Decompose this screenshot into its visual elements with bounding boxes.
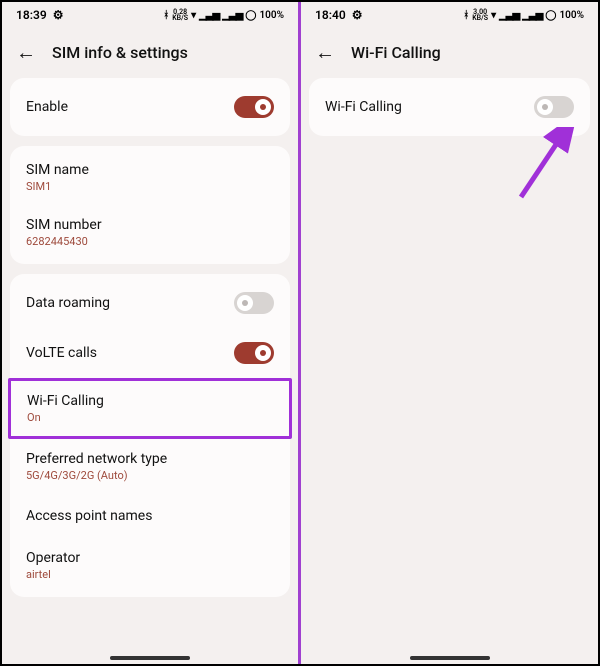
gear-icon: ⚙ — [53, 8, 64, 22]
preferred-network-row[interactable]: Preferred network type 5G/4G/3G/2G (Auto… — [10, 439, 290, 494]
data-roaming-toggle[interactable] — [234, 292, 274, 314]
sim-number-value: 6282445430 — [26, 235, 88, 248]
wifi-calling-toggle[interactable] — [534, 96, 574, 118]
status-bar: 18:40 ⚙ ᚼ 3.00KB/S ▾ ▁▃▅ ▁▃▅ ◯ 100% — [301, 2, 598, 28]
wifi-icon: ▾ — [491, 10, 496, 21]
sim-name-value: SIM1 — [26, 180, 51, 193]
enable-card: Enable — [10, 78, 290, 136]
page-title: Wi-Fi Calling — [351, 43, 441, 62]
gear-icon: ⚙ — [352, 8, 363, 22]
battery-percent: 100% — [259, 10, 284, 21]
bluetooth-icon: ᚼ — [163, 10, 169, 21]
status-time: 18:39 — [16, 8, 47, 22]
sim-name-label: SIM name — [26, 162, 89, 178]
bluetooth-icon: ᚼ — [463, 10, 469, 21]
volte-toggle[interactable] — [234, 342, 274, 364]
enable-label: Enable — [26, 99, 68, 115]
operator-row[interactable]: Operator airtel — [10, 538, 290, 593]
nav-handle[interactable] — [410, 656, 490, 660]
operator-value: airtel — [26, 568, 51, 581]
enable-toggle[interactable] — [234, 96, 274, 118]
sim-number-row[interactable]: SIM number 6282445430 — [10, 205, 290, 260]
signal-icon: ▁▃▅ — [199, 10, 219, 21]
back-icon[interactable]: ← — [315, 42, 335, 62]
wifi-calling-row[interactable]: Wi-Fi Calling On — [8, 378, 292, 439]
status-bar: 18:39 ⚙ ᚼ 0.28KB/S ▾ ▁▃▅ ▁▃▅ ◯ 100% — [2, 2, 298, 28]
battery-icon: ◯ — [245, 10, 256, 21]
operator-label: Operator — [26, 550, 80, 566]
signal-icon: ▁▃▅ — [499, 10, 519, 21]
preferred-network-value: 5G/4G/3G/2G (Auto) — [26, 469, 128, 482]
apn-row[interactable]: Access point names — [10, 494, 290, 538]
enable-row[interactable]: Enable — [10, 82, 290, 132]
preferred-network-label: Preferred network type — [26, 451, 167, 467]
signal-icon: ▁▃▅ — [222, 10, 242, 21]
battery-percent: 100% — [559, 10, 584, 21]
wifi-calling-card: Wi-Fi Calling — [309, 78, 590, 136]
apn-label: Access point names — [26, 508, 152, 524]
sim-name-row[interactable]: SIM name SIM1 — [10, 150, 290, 205]
network-speed: 3.00KB/S — [472, 9, 488, 22]
page-title: SIM info & settings — [52, 43, 188, 62]
data-roaming-label: Data roaming — [26, 295, 110, 311]
wifi-calling-status: On — [27, 411, 41, 424]
signal-icon: ▁▃▅ — [522, 10, 542, 21]
sim-card: SIM name SIM1 SIM number 6282445430 — [10, 146, 290, 264]
network-speed: 0.28KB/S — [172, 9, 188, 22]
wifi-calling-toggle-row[interactable]: Wi-Fi Calling — [309, 82, 590, 132]
nav-handle[interactable] — [110, 656, 190, 660]
wifi-calling-label: Wi-Fi Calling — [325, 99, 402, 115]
annotation-arrow-icon — [511, 127, 591, 207]
data-roaming-row[interactable]: Data roaming — [10, 278, 290, 328]
status-time: 18:40 — [315, 8, 346, 22]
wifi-icon: ▾ — [191, 10, 196, 21]
battery-icon: ◯ — [545, 10, 556, 21]
volte-row[interactable]: VoLTE calls — [10, 328, 290, 378]
page-header: ← SIM info & settings — [2, 28, 298, 78]
sim-number-label: SIM number — [26, 217, 102, 233]
network-card: Data roaming VoLTE calls Wi-Fi Calling O… — [10, 274, 290, 597]
back-icon[interactable]: ← — [16, 42, 36, 62]
page-header: ← Wi-Fi Calling — [301, 28, 598, 78]
wifi-calling-label: Wi-Fi Calling — [27, 393, 104, 409]
volte-label: VoLTE calls — [26, 345, 97, 361]
